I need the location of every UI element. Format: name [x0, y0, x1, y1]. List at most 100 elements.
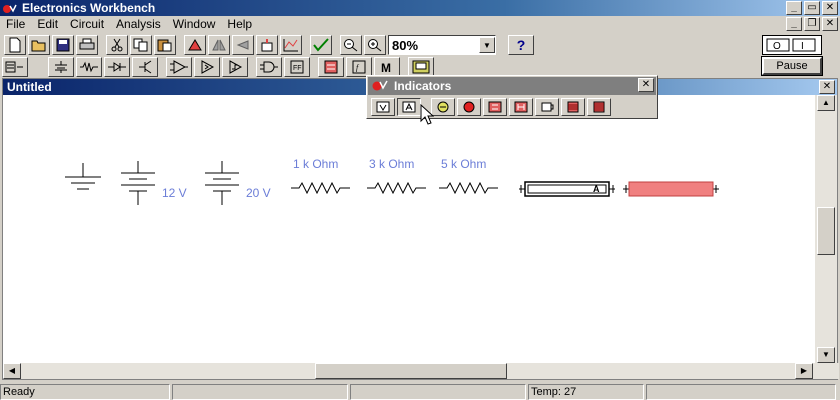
- close-button[interactable]: ✕: [822, 1, 838, 15]
- voltmeter-button[interactable]: [371, 98, 395, 116]
- battery-20v-label: 20 V: [246, 186, 271, 200]
- zoom-in-button[interactable]: [364, 35, 386, 55]
- circuit-window-close-button[interactable]: ✕: [819, 80, 835, 94]
- chevron-down-icon[interactable]: ▼: [479, 37, 495, 53]
- instrument-icon: [412, 60, 430, 74]
- bar-graph-component[interactable]: [623, 181, 719, 197]
- ewb-logo-icon: [372, 80, 388, 91]
- menu-circuit[interactable]: Circuit: [64, 16, 110, 33]
- minimize-button[interactable]: _: [786, 1, 802, 15]
- doc-restore-button[interactable]: ❐: [804, 17, 820, 31]
- digital-bin-button[interactable]: FF: [284, 57, 310, 77]
- graph-button[interactable]: [280, 35, 302, 55]
- bulb-button[interactable]: [431, 98, 455, 116]
- circuit-canvas[interactable]: 12 V 20 V 1 k Ohm 3 k Ohm 5 k Ohm A: [3, 95, 813, 363]
- bar-graph-button[interactable]: [561, 98, 585, 116]
- zoom-out-button[interactable]: [340, 35, 362, 55]
- basic-bin-button[interactable]: [76, 57, 102, 77]
- sources-bin-button[interactable]: [48, 57, 74, 77]
- logic-gates-bin-button[interactable]: [256, 57, 282, 77]
- flip-horizontal-button[interactable]: [208, 35, 230, 55]
- paste-button[interactable]: [154, 35, 176, 55]
- maximize-button[interactable]: ▭: [804, 1, 820, 15]
- scroll-down-button[interactable]: ▼: [817, 347, 835, 363]
- seven-segment-display-button[interactable]: [483, 98, 507, 116]
- buzzer-button[interactable]: [535, 98, 559, 116]
- miscellaneous-bin-button[interactable]: M: [374, 57, 400, 77]
- resistor-1k-component[interactable]: [291, 181, 357, 195]
- battery-12v-component[interactable]: [115, 159, 161, 209]
- pause-button[interactable]: Pause: [761, 56, 823, 76]
- scroll-up-button[interactable]: ▲: [817, 95, 835, 111]
- svg-text:O: O: [773, 41, 781, 52]
- rotate-icon: [188, 39, 202, 51]
- print-button[interactable]: [76, 35, 98, 55]
- vertical-scrollbar[interactable]: ▲ ▼: [815, 95, 837, 363]
- diodes-bin-button[interactable]: [104, 57, 130, 77]
- save-button[interactable]: [52, 35, 74, 55]
- help-button[interactable]: ?: [508, 35, 534, 55]
- mixed-ics-bin-button[interactable]: [194, 57, 220, 77]
- status-ready: Ready: [0, 384, 170, 400]
- zoom-in-icon: [368, 39, 382, 52]
- copy-button[interactable]: [130, 35, 152, 55]
- printer-icon: [79, 38, 95, 50]
- misc-icon: M: [381, 61, 391, 74]
- vertical-scroll-thumb[interactable]: [817, 207, 835, 255]
- doc-minimize-button[interactable]: _: [786, 17, 802, 31]
- indicator-icon: [324, 60, 338, 74]
- help-icon: ?: [516, 37, 526, 53]
- ammeter-button[interactable]: [397, 98, 421, 116]
- sources-icon: [55, 61, 67, 73]
- battery-12v-label: 12 V: [162, 186, 187, 200]
- subcircuit-button[interactable]: [256, 35, 278, 55]
- analog-ics-bin-button[interactable]: [166, 57, 192, 77]
- favorites-icon: [5, 61, 23, 73]
- battery-20v-component[interactable]: [199, 159, 245, 209]
- horizontal-scroll-thumb[interactable]: [315, 363, 507, 379]
- ground-component[interactable]: [61, 159, 105, 199]
- scroll-right-button[interactable]: ▶: [795, 363, 813, 379]
- zoom-out-icon: [344, 39, 358, 52]
- flip-vertical-icon: [236, 40, 249, 50]
- svg-text:f: f: [356, 63, 360, 72]
- scroll-left-button[interactable]: ◀: [3, 363, 21, 379]
- zoom-select[interactable]: 80% ▼: [388, 35, 496, 55]
- decoded-bar-graph-button[interactable]: [587, 98, 611, 116]
- resistor-5k-component[interactable]: [439, 181, 505, 195]
- cut-button[interactable]: [106, 35, 128, 55]
- menu-analysis[interactable]: Analysis: [110, 16, 167, 33]
- decoded-display-button[interactable]: [509, 98, 533, 116]
- subcircuit-icon: [261, 39, 273, 52]
- flip-vertical-button[interactable]: [232, 35, 254, 55]
- digital-ics-bin-button[interactable]: [222, 57, 248, 77]
- menu-edit[interactable]: Edit: [31, 16, 64, 33]
- controls-bin-button[interactable]: f: [346, 57, 372, 77]
- instruments-bin-button[interactable]: [408, 57, 434, 77]
- component-properties-button[interactable]: [310, 35, 332, 55]
- new-button[interactable]: [4, 35, 26, 55]
- ammeter-label: A: [593, 184, 600, 194]
- menu-window[interactable]: Window: [167, 16, 222, 33]
- favorites-bin-button[interactable]: [2, 57, 28, 77]
- app-title: Electronics Workbench: [22, 1, 156, 15]
- doc-close-button[interactable]: ✕: [822, 17, 838, 31]
- probe-button[interactable]: [457, 98, 481, 116]
- svg-text:M: M: [381, 61, 391, 74]
- resistor-3k-component[interactable]: [367, 181, 433, 195]
- open-button[interactable]: [28, 35, 50, 55]
- horizontal-scrollbar[interactable]: ◀ ▶: [3, 363, 839, 379]
- power-switch[interactable]: O I: [762, 35, 822, 55]
- status-bar: Ready Temp: 27: [0, 384, 840, 400]
- rotate-button[interactable]: [184, 35, 206, 55]
- transistors-bin-button[interactable]: [132, 57, 158, 77]
- indicators-bin-button[interactable]: [318, 57, 344, 77]
- menu-file[interactable]: File: [0, 16, 31, 33]
- voltmeter-icon: [376, 101, 390, 113]
- scissors-icon: [111, 38, 123, 52]
- ammeter-component[interactable]: [519, 181, 615, 197]
- copy-icon: [133, 38, 148, 52]
- diode-icon: [108, 62, 126, 72]
- menu-help[interactable]: Help: [221, 16, 258, 33]
- indicators-palette-close-button[interactable]: ✕: [638, 78, 654, 92]
